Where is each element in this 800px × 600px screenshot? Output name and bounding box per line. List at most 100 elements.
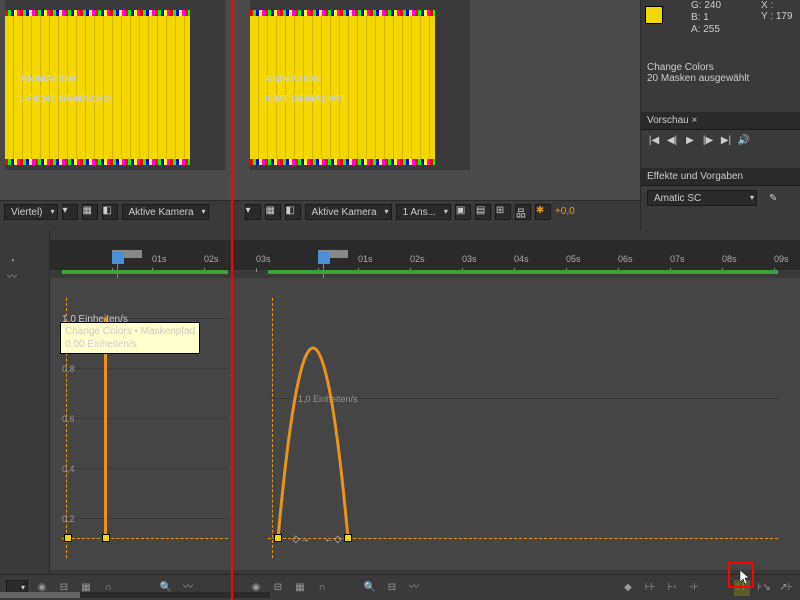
zoom-icon-2[interactable]: 🔍: [362, 580, 378, 596]
view-dropdown[interactable]: 1 Ans...: [396, 204, 451, 220]
eyedropper-icon[interactable]: ✎: [769, 193, 777, 204]
playback-controls: |◀ ◀| ▶ |▶ ▶| 🔊: [641, 130, 800, 152]
color-swatch[interactable]: [645, 6, 663, 24]
keyframe[interactable]: [344, 534, 352, 542]
snap-icon-2[interactable]: ∩: [314, 580, 330, 596]
mask-icon[interactable]: ◧: [102, 204, 118, 220]
y-axis-label: 0,6: [62, 414, 75, 424]
preview-panel-header[interactable]: Vorschau ×: [641, 112, 800, 130]
toggle-icon-2[interactable]: ⊟: [270, 580, 286, 596]
keyframe-tooltip: Change Colors • Maskenpfad 0,00 Einheite…: [60, 322, 200, 354]
ruler-tick: 07s: [670, 254, 722, 270]
comp-toolbar: Viertel) ▾ ▦ ◧ Aktive Kamera ▾ ▦ ◧ Aktiv…: [0, 200, 640, 222]
ruler-tick: 04s: [514, 254, 566, 270]
ease-out-icon[interactable]: ↗⊦: [778, 580, 794, 596]
coord-y: Y : 179: [761, 11, 793, 22]
ease-icon-2[interactable]: ⊦◦: [664, 580, 680, 596]
rgb-b: B: 1: [691, 12, 721, 24]
ruler-tick: 01s: [152, 254, 204, 270]
last-frame-icon[interactable]: ▶|: [719, 134, 733, 148]
keyframe-diamond-icon[interactable]: ◆: [620, 580, 636, 596]
ruler-tick: 08s: [722, 254, 774, 270]
comp-text-2a: ANIMATION: [265, 74, 321, 85]
prev-frame-icon[interactable]: ◀|: [665, 134, 679, 148]
speed-graph-right[interactable]: 1,0 Einheiten/s ◇→ ←◇: [268, 298, 778, 558]
coord-x: X :: [761, 0, 793, 11]
timeline-left-gutter: ◔ 〰: [0, 230, 50, 600]
tooltip-line2: 0,00 Einheiten/s: [65, 338, 195, 351]
sunburst-icon[interactable]: ✱: [535, 204, 551, 220]
effects-panel-header[interactable]: Effekte und Vorgaben: [641, 168, 800, 186]
ruler-tick: 02s: [204, 254, 256, 270]
comp-text-1a: ANIMATION: [20, 74, 76, 85]
frame-blend-icon-2[interactable]: ▦: [292, 580, 308, 596]
ruler-tick: 09s: [774, 254, 800, 270]
tb-ic4[interactable]: ▤: [475, 204, 491, 220]
composition-viewer-area: ANIMATION LEICHT GEMACHT! ANIMATION ICHT…: [0, 0, 640, 200]
tooltip-line1: Change Colors • Maskenpfad: [65, 325, 195, 338]
first-frame-icon[interactable]: |◀: [647, 134, 661, 148]
comp-view-2[interactable]: ANIMATION ICHT GEMACHT!: [250, 0, 470, 170]
keyframe[interactable]: [102, 534, 110, 542]
shy-icon[interactable]: ◔: [4, 254, 20, 270]
time-ruler-left[interactable]: 01s 02s 03s: [112, 254, 308, 270]
ease-in-icon[interactable]: ⊦↘: [756, 580, 772, 596]
ease-icon-1[interactable]: ⊦⊦: [642, 580, 658, 596]
tb-icon2[interactable]: ▾: [245, 204, 261, 220]
ruler-tick: 03s: [462, 254, 514, 270]
camera-dropdown-1[interactable]: Aktive Kamera: [122, 204, 209, 220]
transparency-grid-icon-2[interactable]: ▦: [265, 204, 281, 220]
zoom-slider[interactable]: [0, 592, 270, 598]
tb-ic6[interactable]: 品: [515, 204, 531, 220]
comp-text-2b: ICHT GEMACHT!: [265, 94, 345, 105]
layer-name-label: Change Colors: [647, 62, 749, 73]
resolution-dropdown[interactable]: Viertel): [4, 204, 58, 220]
comp-view-1[interactable]: ANIMATION LEICHT GEMACHT!: [5, 0, 225, 170]
timeline-panel: ◔ 〰 01s 02s 03s 01s 02s 03s 04s 05s 06s …: [0, 230, 800, 600]
mouse-cursor: [740, 570, 752, 586]
play-icon[interactable]: ▶: [683, 134, 697, 148]
camera-dropdown-2[interactable]: Aktive Kamera: [305, 204, 392, 220]
graph-type-icon-2[interactable]: 〰: [406, 580, 422, 596]
fit-icon[interactable]: ⊟: [384, 580, 400, 596]
tb-ic3[interactable]: ▣: [455, 204, 471, 220]
mask-icon-2[interactable]: ◧: [285, 204, 301, 220]
comp-text-1b: LEICHT GEMACHT!: [20, 94, 113, 105]
ruler-tick: 05s: [566, 254, 618, 270]
comp-canvas-2: ANIMATION ICHT GEMACHT!: [250, 10, 435, 165]
bezier-handle-icon[interactable]: ◇→: [292, 534, 310, 545]
ruler-tick: 01s: [358, 254, 410, 270]
next-frame-icon[interactable]: |▶: [701, 134, 715, 148]
cached-preview-bar-2: [268, 270, 778, 274]
keyframe[interactable]: [274, 534, 282, 542]
graph-editor-area[interactable]: 1,0 Einheiten/s 0,8 0,6 0,4 0,2 Change C…: [50, 278, 800, 570]
time-ruler-right[interactable]: 01s 02s 03s 04s 05s 06s 07s 08s 09s: [318, 254, 800, 270]
time-ruler-area[interactable]: 01s 02s 03s 01s 02s 03s 04s 05s 06s 07s …: [50, 240, 800, 270]
ruler-tick: 06s: [618, 254, 670, 270]
y-axis-label: 0,2: [62, 514, 75, 524]
cached-preview-bar-1: [62, 270, 228, 274]
graph-editor-icon[interactable]: 〰: [4, 270, 20, 286]
ruler-tick: 03s: [256, 254, 308, 270]
bezier-handle-icon[interactable]: ←◇: [324, 534, 342, 545]
keyframe[interactable]: [64, 534, 72, 542]
red-divider-annotation: [231, 0, 233, 600]
y-axis-label: 0,8: [62, 364, 75, 374]
font-family-dropdown[interactable]: Amatic SC: [647, 190, 757, 206]
exposure-value[interactable]: +0,0: [555, 206, 575, 217]
baseline: [62, 538, 228, 539]
rgb-a: A: 255: [691, 24, 721, 36]
ease-icon-3[interactable]: ◦⊦: [686, 580, 702, 596]
mask-count-label: 20 Masken ausgewählt: [647, 73, 749, 84]
tb-icon[interactable]: ▾: [62, 204, 78, 220]
ruler-tick: 02s: [410, 254, 462, 270]
tb-ic5[interactable]: ⊞: [495, 204, 511, 220]
speed-graph-left[interactable]: 1,0 Einheiten/s 0,8 0,6 0,4 0,2 Change C…: [62, 298, 228, 558]
playhead-1[interactable]: [112, 252, 124, 264]
transparency-grid-icon[interactable]: ▦: [82, 204, 98, 220]
playhead-2[interactable]: [318, 252, 330, 264]
info-panel: G: 240 B: 1 A: 255 X : Y : 179 Change Co…: [640, 0, 800, 230]
speed-curve: [268, 298, 388, 548]
y-axis-label: 0,4: [62, 464, 75, 474]
audio-icon[interactable]: 🔊: [737, 134, 751, 148]
